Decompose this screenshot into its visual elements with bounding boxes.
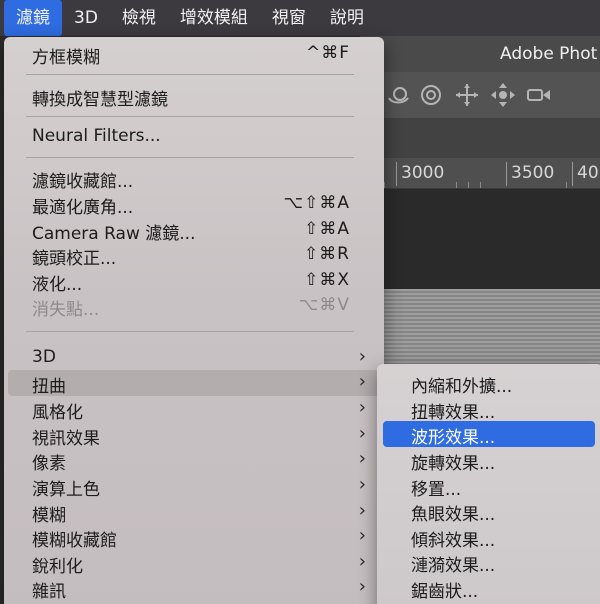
submenu-item-label: 漣漪效果... xyxy=(411,556,496,576)
menu-item-label: 鏡頭校正... xyxy=(32,249,117,269)
menu-separator xyxy=(26,157,354,158)
submenu-item-label: 內縮和外擴... xyxy=(411,377,513,397)
menu-item-shortcut: ⌥⌘V xyxy=(298,295,350,315)
submenu-item-label: 鋸齒狀... xyxy=(411,582,479,602)
menubar-item-plugins[interactable]: 增效模組 xyxy=(168,0,260,36)
menu-item-video[interactable]: 視訊效果 › xyxy=(8,422,380,449)
canvas-pasteboard xyxy=(360,189,600,289)
chevron-right-icon: › xyxy=(358,371,366,392)
menu-item-3d[interactable]: 3D › xyxy=(8,345,380,371)
menu-item-vanishing-point: 消失點... ⌥⌘V xyxy=(8,293,380,320)
menu-item-adaptive-wide-angle[interactable]: 最適化廣角... ⌥⇧⌘A xyxy=(8,191,380,218)
submenu-item-label: 傾斜效果... xyxy=(411,531,496,551)
menu-bar: 濾鏡 3D 檢視 增效模組 視窗 說明 xyxy=(0,0,600,36)
slide-3d-icon[interactable] xyxy=(490,82,516,108)
chevron-right-icon: › xyxy=(358,397,366,418)
menu-item-label: 像素 xyxy=(32,454,66,474)
menu-item-label: 方框模糊 xyxy=(32,48,100,68)
roll-3d-icon[interactable] xyxy=(418,82,444,108)
menu-item-shortcut: ^⌘F xyxy=(305,43,350,63)
menubar-item-window[interactable]: 視窗 xyxy=(260,0,318,36)
menu-item-last-filter[interactable]: 方框模糊 ^⌘F xyxy=(8,41,380,68)
pan-3d-icon[interactable] xyxy=(454,82,480,108)
menu-item-label: 視訊效果 xyxy=(32,429,100,449)
app-title-bar: Adobe Phot xyxy=(360,36,600,72)
document-tab-area xyxy=(360,118,600,158)
menu-item-shortcut: ⇧⌘R xyxy=(303,244,350,264)
chevron-right-icon: › xyxy=(358,474,366,495)
submenu-item-wave[interactable]: 波形效果... xyxy=(383,421,595,448)
submenu-item-pinch[interactable]: 內縮和外擴... xyxy=(383,370,595,397)
submenu-item-label: 波形效果... xyxy=(411,428,496,448)
chevron-right-icon: › xyxy=(358,576,366,597)
menu-item-stylize[interactable]: 風格化 › xyxy=(8,396,380,423)
menu-item-label: Camera Raw 濾鏡... xyxy=(32,224,196,244)
submenu-item-zigzag[interactable]: 鋸齒狀... xyxy=(383,575,595,602)
menu-item-label: 扭曲 xyxy=(32,377,66,397)
menu-item-label: 液化... xyxy=(32,275,83,295)
menubar-item-view[interactable]: 檢視 xyxy=(110,0,168,36)
menu-item-label: 銳利化 xyxy=(32,557,83,577)
ruler-label: 3500 xyxy=(506,162,554,186)
horizontal-ruler: 3000 3500 40 xyxy=(360,158,600,189)
orbit-3d-icon[interactable] xyxy=(386,82,412,108)
distort-submenu: 內縮和外擴... 扭轉效果... 波形效果... 旋轉效果... 移置... 魚… xyxy=(377,364,600,604)
ruler-label: 3000 xyxy=(396,162,444,186)
submenu-item-twirl[interactable]: 扭轉效果... xyxy=(383,396,595,423)
menu-item-shortcut: ⇧⌘A xyxy=(304,219,350,239)
menu-item-pixelate[interactable]: 像素 › xyxy=(8,447,380,474)
app-title: Adobe Phot xyxy=(500,44,598,64)
menu-item-shortcut: ⇧⌘X xyxy=(304,270,350,290)
menu-item-label: 演算上色 xyxy=(32,480,100,500)
menu-item-label: 雜訊 xyxy=(32,582,66,602)
menu-item-shortcut: ⌥⇧⌘A xyxy=(283,193,350,213)
menu-item-neural-filters[interactable]: Neural Filters... xyxy=(8,124,380,150)
menu-separator xyxy=(26,331,354,332)
submenu-item-spherize[interactable]: 魚眼效果... xyxy=(383,498,595,525)
submenu-item-label: 旋轉效果... xyxy=(411,454,496,474)
filter-menu: 方框模糊 ^⌘F 轉換成智慧型濾鏡 Neural Filters... 濾鏡收藏… xyxy=(4,37,384,604)
menu-item-distort[interactable]: 扭曲 › xyxy=(8,370,380,397)
chevron-right-icon: › xyxy=(358,448,366,469)
menu-item-label: 模糊 xyxy=(32,506,66,526)
chevron-right-icon: › xyxy=(358,525,366,546)
menu-item-sharpen[interactable]: 銳利化 › xyxy=(8,550,380,577)
menu-item-camera-raw[interactable]: Camera Raw 濾鏡... ⇧⌘A xyxy=(8,217,380,244)
video-camera-icon[interactable] xyxy=(526,82,552,108)
menu-item-label: Neural Filters... xyxy=(32,126,161,146)
menu-separator xyxy=(26,74,354,75)
options-bar xyxy=(360,72,600,118)
chevron-right-icon: › xyxy=(358,346,366,367)
submenu-item-label: 魚眼效果... xyxy=(411,505,496,525)
menu-item-filter-gallery[interactable]: 濾鏡收藏館... xyxy=(8,165,380,192)
menubar-item-filter[interactable]: 濾鏡 xyxy=(4,0,62,36)
chevron-right-icon: › xyxy=(358,500,366,521)
menu-item-noise[interactable]: 雜訊 › xyxy=(8,575,380,602)
menu-item-label: 模糊收藏館 xyxy=(32,531,117,551)
menu-item-convert-smart-filter[interactable]: 轉換成智慧型濾鏡 xyxy=(8,83,380,110)
submenu-item-ripple[interactable]: 漣漪效果... xyxy=(383,549,595,576)
menu-separator xyxy=(26,116,354,117)
submenu-item-label: 移置... xyxy=(411,480,462,500)
menu-item-liquify[interactable]: 液化... ⇧⌘X xyxy=(8,268,380,295)
submenu-item-shear[interactable]: 傾斜效果... xyxy=(383,524,595,551)
menu-item-lens-correction[interactable]: 鏡頭校正... ⇧⌘R xyxy=(8,242,380,269)
submenu-item-displace[interactable]: 移置... xyxy=(383,473,595,500)
menu-item-label: 3D xyxy=(32,347,56,367)
menu-item-label: 消失點... xyxy=(32,300,100,320)
menu-item-label: 最適化廣角... xyxy=(32,198,134,218)
menu-item-blur[interactable]: 模糊 › xyxy=(8,499,380,526)
submenu-item-polar-coordinates[interactable]: 旋轉效果... xyxy=(383,447,595,474)
menu-item-label: 風格化 xyxy=(32,403,83,423)
menu-item-label: 轉換成智慧型濾鏡 xyxy=(32,90,168,110)
chevron-right-icon: › xyxy=(358,423,366,444)
menu-item-blur-gallery[interactable]: 模糊收藏館 › xyxy=(8,524,380,551)
submenu-item-label: 扭轉效果... xyxy=(411,403,496,423)
menubar-item-3d[interactable]: 3D xyxy=(62,0,110,36)
menubar-item-help[interactable]: 說明 xyxy=(318,0,376,36)
menu-item-label: 濾鏡收藏館... xyxy=(32,172,134,192)
menu-item-render[interactable]: 演算上色 › xyxy=(8,473,380,500)
chevron-right-icon: › xyxy=(358,551,366,572)
ruler-label: 40 xyxy=(572,162,599,186)
